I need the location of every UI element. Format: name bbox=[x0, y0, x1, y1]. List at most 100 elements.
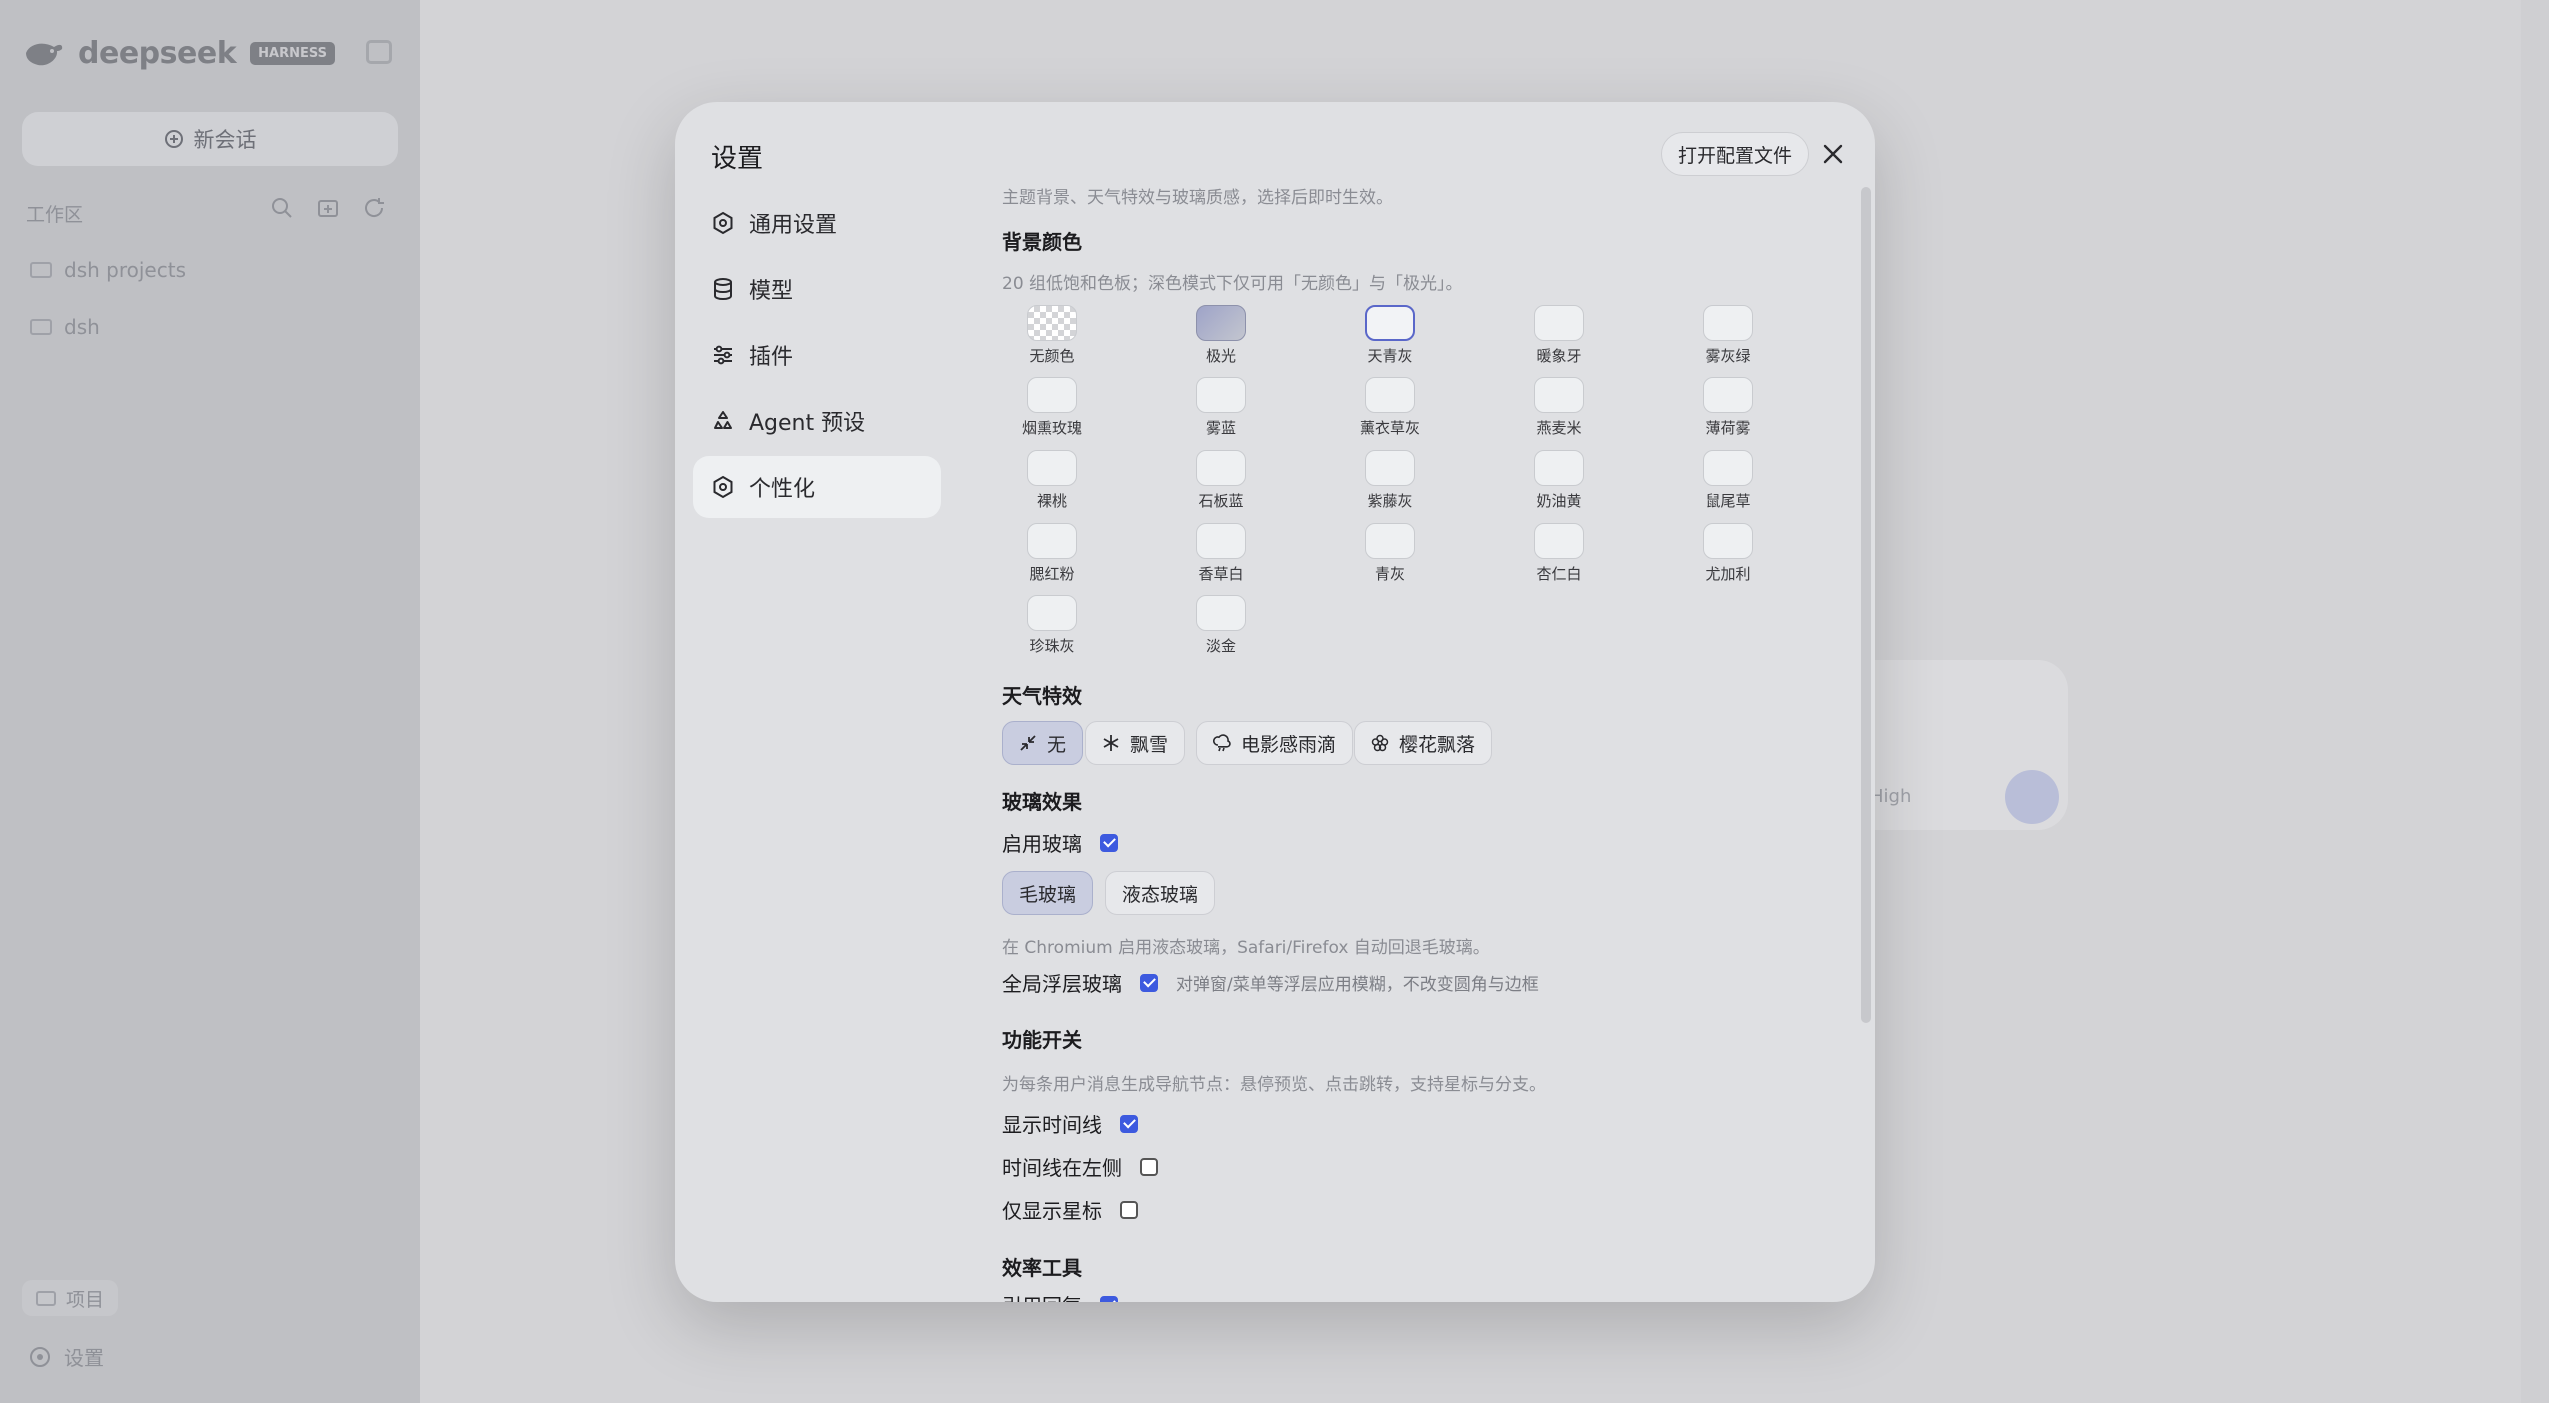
nav-item-plugins[interactable]: 插件 bbox=[693, 324, 941, 386]
enable-glass-row: 启用玻璃 bbox=[1002, 828, 1118, 857]
search-icon[interactable] bbox=[270, 196, 294, 220]
page-scrollbar bbox=[2521, 0, 2549, 1403]
swatch-item[interactable]: 珍珠灰 bbox=[992, 595, 1112, 667]
brand-name: deepseek bbox=[78, 36, 237, 71]
chip-label: 毛玻璃 bbox=[1019, 883, 1077, 906]
swatch-item[interactable]: 香草白 bbox=[1161, 523, 1281, 595]
swatch-label: 鼠尾草 bbox=[1705, 492, 1751, 510]
enable-glass-label: 启用玻璃 bbox=[1002, 832, 1082, 856]
swatch-color bbox=[1027, 377, 1077, 413]
personalization-panel: 主题背景、天气特效与玻璃质感，选择后即时生效。 背景颜色 20 组低饱和色板；深… bbox=[992, 102, 1832, 1302]
swatch-label: 珍珠灰 bbox=[1029, 637, 1075, 655]
swatch-item[interactable]: 淡金 bbox=[1161, 595, 1281, 667]
settings-button[interactable]: 设置 bbox=[28, 1342, 104, 1371]
swatch-label: 暖象牙 bbox=[1536, 347, 1582, 365]
features-desc: 为每条用户消息生成导航节点：悬停预览、点击跳转，支持星标与分支。 bbox=[1002, 1075, 1546, 1095]
swatch-item[interactable]: 腮红粉 bbox=[992, 523, 1112, 595]
swatch-label: 腮红粉 bbox=[1029, 565, 1075, 583]
starred-only-checkbox[interactable] bbox=[1120, 1200, 1138, 1219]
recycle-icon bbox=[714, 411, 732, 429]
swatch-item[interactable]: 暖象牙 bbox=[1499, 305, 1619, 377]
swatch-item[interactable]: 薰衣草灰 bbox=[1330, 377, 1450, 449]
quote-reply-row: 引用回复 bbox=[1002, 1290, 1118, 1302]
swatch-item[interactable]: 薄荷雾 bbox=[1668, 377, 1788, 449]
background-desc: 20 组低饱和色板；深色模式下仅可用「无颜色」与「极光」。 bbox=[1002, 274, 1463, 294]
swatch-item[interactable]: 奶油黄 bbox=[1499, 450, 1619, 522]
weather-rain-button[interactable]: 电影感雨滴 bbox=[1196, 721, 1354, 765]
toggle-label: 仅显示星标 bbox=[1002, 1199, 1102, 1223]
settings-nav: 通用设置 模型 插件 Agent 预设 个性化 bbox=[693, 192, 941, 522]
workspace-actions bbox=[270, 196, 386, 220]
swatch-item[interactable]: 燕麦米 bbox=[1499, 377, 1619, 449]
toggle-row-timeline: 显示时间线 bbox=[1002, 1109, 1138, 1138]
swatch-label: 奶油黄 bbox=[1536, 492, 1582, 510]
swatch-color bbox=[1027, 523, 1077, 559]
swatch-color bbox=[1703, 305, 1753, 341]
new-folder-icon[interactable] bbox=[316, 196, 340, 220]
swatch-color bbox=[1027, 450, 1077, 486]
global-glass-checkbox[interactable] bbox=[1140, 973, 1158, 992]
swatch-item[interactable]: 雾蓝 bbox=[1161, 377, 1281, 449]
sidebar-toggle-icon[interactable] bbox=[366, 40, 392, 64]
minimize-icon bbox=[1020, 735, 1036, 751]
settings-scrollbar[interactable] bbox=[1861, 187, 1871, 1023]
projects-button[interactable]: 项目 bbox=[22, 1280, 119, 1316]
global-glass-label: 全局浮层玻璃 bbox=[1002, 972, 1122, 996]
nav-item-agent-presets[interactable]: Agent 预设 bbox=[693, 390, 941, 452]
swatch-color bbox=[1703, 450, 1753, 486]
chip-label: 飘雪 bbox=[1130, 733, 1169, 756]
enable-glass-checkbox[interactable] bbox=[1100, 833, 1118, 852]
swatch-item[interactable]: 极光 bbox=[1161, 305, 1281, 377]
swatch-item[interactable]: 青灰 bbox=[1330, 523, 1450, 595]
brand-badge: HARNESS bbox=[250, 42, 336, 65]
swatch-color bbox=[1534, 377, 1584, 413]
new-chat-button[interactable]: 新会话 bbox=[22, 112, 398, 166]
toggle-row-starred-only: 仅显示星标 bbox=[1002, 1195, 1138, 1224]
swatch-item[interactable]: 鼠尾草 bbox=[1668, 450, 1788, 522]
workspace-folder[interactable]: dsh bbox=[30, 315, 100, 339]
swatch-item[interactable]: 裸桃 bbox=[992, 450, 1112, 522]
swatch-color bbox=[1365, 377, 1415, 413]
swatch-label: 淡金 bbox=[1205, 637, 1236, 655]
weather-none-button[interactable]: 无 bbox=[1002, 721, 1084, 765]
swatch-label: 裸桃 bbox=[1036, 492, 1067, 510]
refresh-icon[interactable] bbox=[362, 196, 386, 220]
cloud-rain-icon bbox=[1213, 734, 1231, 752]
swatch-label: 雾蓝 bbox=[1205, 419, 1236, 437]
show-timeline-checkbox[interactable] bbox=[1120, 1114, 1138, 1133]
folder-label: dsh projects bbox=[64, 258, 186, 282]
swatch-color bbox=[1027, 305, 1077, 341]
swatch-item[interactable]: 无颜色 bbox=[992, 305, 1112, 377]
projects-label: 项目 bbox=[66, 1288, 105, 1311]
new-chat-label: 新会话 bbox=[193, 128, 257, 152]
weather-snow-button[interactable]: 飘雪 bbox=[1085, 721, 1186, 765]
timeline-left-checkbox[interactable] bbox=[1140, 1157, 1158, 1176]
nav-label: 个性化 bbox=[749, 477, 816, 502]
swatch-item[interactable]: 石板蓝 bbox=[1161, 450, 1281, 522]
liquid-glass-button[interactable]: 液态玻璃 bbox=[1105, 871, 1216, 915]
nav-item-general[interactable]: 通用设置 bbox=[693, 192, 941, 254]
toggle-label: 显示时间线 bbox=[1002, 1113, 1102, 1137]
swatch-label: 青灰 bbox=[1374, 565, 1405, 583]
settings-label: 设置 bbox=[64, 1346, 104, 1370]
swatch-item[interactable]: 烟熏玫瑰 bbox=[992, 377, 1112, 449]
frosted-glass-button[interactable]: 毛玻璃 bbox=[1002, 871, 1094, 915]
swatch-color bbox=[1703, 523, 1753, 559]
sliders-icon bbox=[714, 345, 732, 365]
folder-icon bbox=[30, 319, 52, 335]
nav-label: Agent 预设 bbox=[749, 411, 866, 436]
swatch-color bbox=[1703, 377, 1753, 413]
swatch-color bbox=[1196, 523, 1246, 559]
swatch-item[interactable]: 紫藤灰 bbox=[1330, 450, 1450, 522]
nav-item-personalization[interactable]: 个性化 bbox=[693, 456, 941, 518]
nav-item-model[interactable]: 模型 bbox=[693, 258, 941, 320]
swatch-item[interactable]: 杏仁白 bbox=[1499, 523, 1619, 595]
swatch-item[interactable]: 雾灰绿 bbox=[1668, 305, 1788, 377]
workspace-folder[interactable]: dsh projects bbox=[30, 258, 186, 282]
swatch-item[interactable]: 天青灰 bbox=[1330, 305, 1450, 377]
quote-reply-checkbox[interactable] bbox=[1100, 1295, 1118, 1302]
swatch-color bbox=[1365, 450, 1415, 486]
weather-sakura-button[interactable]: 樱花飘落 bbox=[1354, 721, 1493, 765]
swatch-item[interactable]: 尤加利 bbox=[1668, 523, 1788, 595]
section-title-weather: 天气特效 bbox=[1002, 684, 1082, 708]
